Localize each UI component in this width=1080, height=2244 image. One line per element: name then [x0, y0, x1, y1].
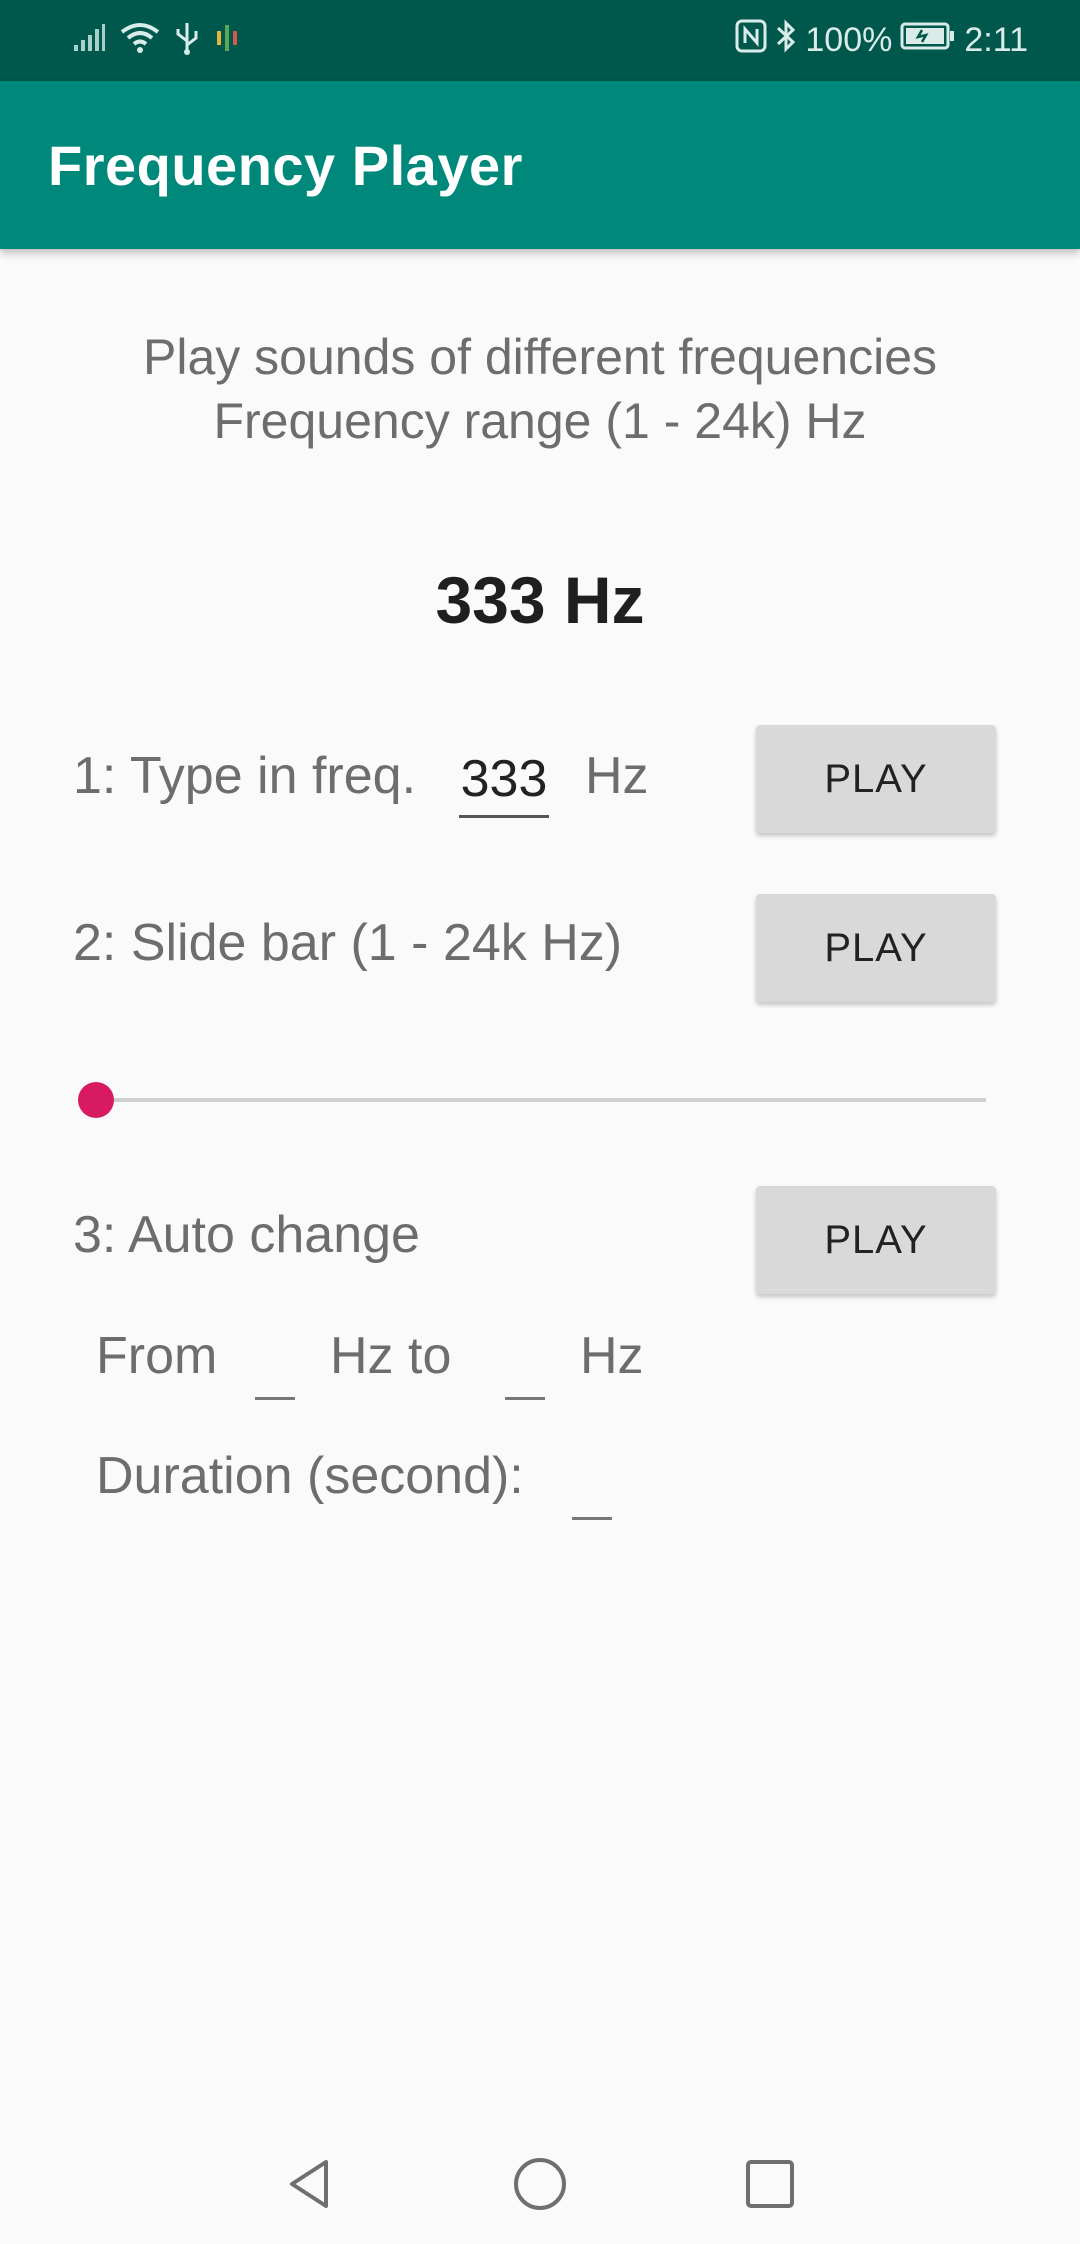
section1-unit: Hz — [585, 747, 649, 805]
navigation-bar — [0, 2124, 1080, 2244]
status-right-icons: 100% 2:11 — [735, 16, 1028, 64]
signal-icon — [72, 23, 106, 58]
frequency-slider[interactable] — [76, 1080, 986, 1120]
clock: 2:11 — [964, 20, 1028, 59]
notification-icon — [214, 21, 240, 60]
bluetooth-icon — [775, 18, 797, 63]
nfc-icon — [735, 19, 767, 62]
to-frequency-input[interactable] — [505, 1340, 545, 1400]
back-button[interactable] — [270, 2144, 350, 2224]
intro-text: Play sounds of different frequencies Fre… — [0, 325, 1080, 453]
status-left-icons — [72, 18, 240, 62]
home-button[interactable] — [500, 2144, 580, 2224]
from-label: From — [96, 1327, 218, 1385]
duration-label: Duration (second): — [96, 1447, 524, 1505]
battery-percent: 100% — [805, 20, 893, 59]
recents-icon — [746, 2160, 794, 2208]
slider-thumb[interactable] — [78, 1082, 114, 1118]
wifi-icon — [120, 22, 160, 59]
from-frequency-input[interactable] — [255, 1340, 295, 1400]
section3-label: 3: Auto change — [73, 1206, 420, 1264]
hz-label: Hz — [580, 1327, 644, 1385]
intro-line-2: Frequency range (1 - 24k) Hz — [213, 393, 867, 449]
status-bar: 100% 2:11 — [0, 0, 1080, 81]
play-auto-button[interactable]: PLAY — [756, 1186, 996, 1294]
intro-line-1: Play sounds of different frequencies — [142, 329, 938, 385]
section2-label: 2: Slide bar (1 - 24k Hz) — [73, 914, 623, 972]
usb-icon — [174, 21, 200, 60]
current-frequency: 333 Hz — [435, 563, 645, 637]
frequency-input[interactable] — [459, 742, 549, 818]
recents-button[interactable] — [730, 2144, 810, 2224]
home-icon — [514, 2158, 566, 2210]
slider-track[interactable] — [96, 1098, 986, 1102]
play-typed-button[interactable]: PLAY — [756, 725, 996, 833]
app-title: Frequency Player — [48, 134, 523, 197]
duration-input[interactable] — [572, 1460, 612, 1520]
play-slider-button[interactable]: PLAY — [756, 894, 996, 1002]
battery-icon — [900, 21, 956, 60]
section1-label: 1: Type in freq. — [73, 747, 417, 805]
app-bar: Frequency Player — [0, 81, 1080, 249]
hz-to-label: Hz to — [330, 1327, 452, 1385]
back-icon — [290, 2160, 328, 2208]
